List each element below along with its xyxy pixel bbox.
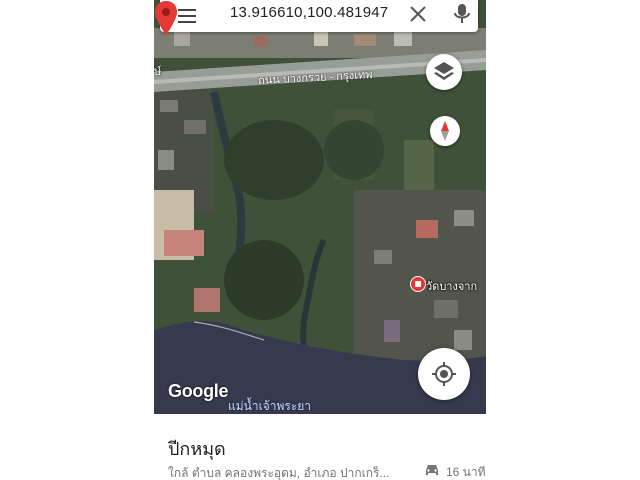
phone-screen: 13.916610,100.481947 ษ์ ถนน บางกรวย - กร… [154,0,486,480]
map-edge-label: ษ์ [154,66,162,78]
place-name: ปีกหมุด [168,439,226,459]
dropped-pin-icon[interactable] [154,0,178,36]
place-bottom-sheet[interactable]: ปีกหมุด ใกล้ ตำบล คลองพระอุดม, อำเภอ ปาก… [154,414,486,480]
close-icon[interactable] [407,3,429,25]
place-address: ใกล้ ตำบล คลองพระอุดม, อำเภอ ปากเกร็... [168,466,390,480]
river-label: แม่น้ำเจ้าพระยา [228,399,312,413]
temple-label[interactable]: วัดบางจาก [426,277,477,295]
car-icon [426,465,438,475]
my-location-icon [432,362,456,386]
layers-icon [434,62,454,80]
menu-icon[interactable] [176,5,198,27]
google-logo: Google [168,381,229,401]
my-location-button[interactable] [418,348,470,400]
layers-button[interactable] [426,54,462,90]
search-bar[interactable]: 13.916610,100.481947 [160,0,478,32]
compass-icon [441,121,449,141]
satellite-map[interactable]: 13.916610,100.481947 ษ์ ถนน บางกรวย - กร… [154,0,486,414]
drive-time-label: 16 นาที [446,465,486,479]
temple-marker-icon[interactable] [410,276,426,292]
mic-icon[interactable] [452,2,472,26]
compass-button[interactable] [430,116,460,146]
search-query[interactable]: 13.916610,100.481947 [230,4,388,21]
